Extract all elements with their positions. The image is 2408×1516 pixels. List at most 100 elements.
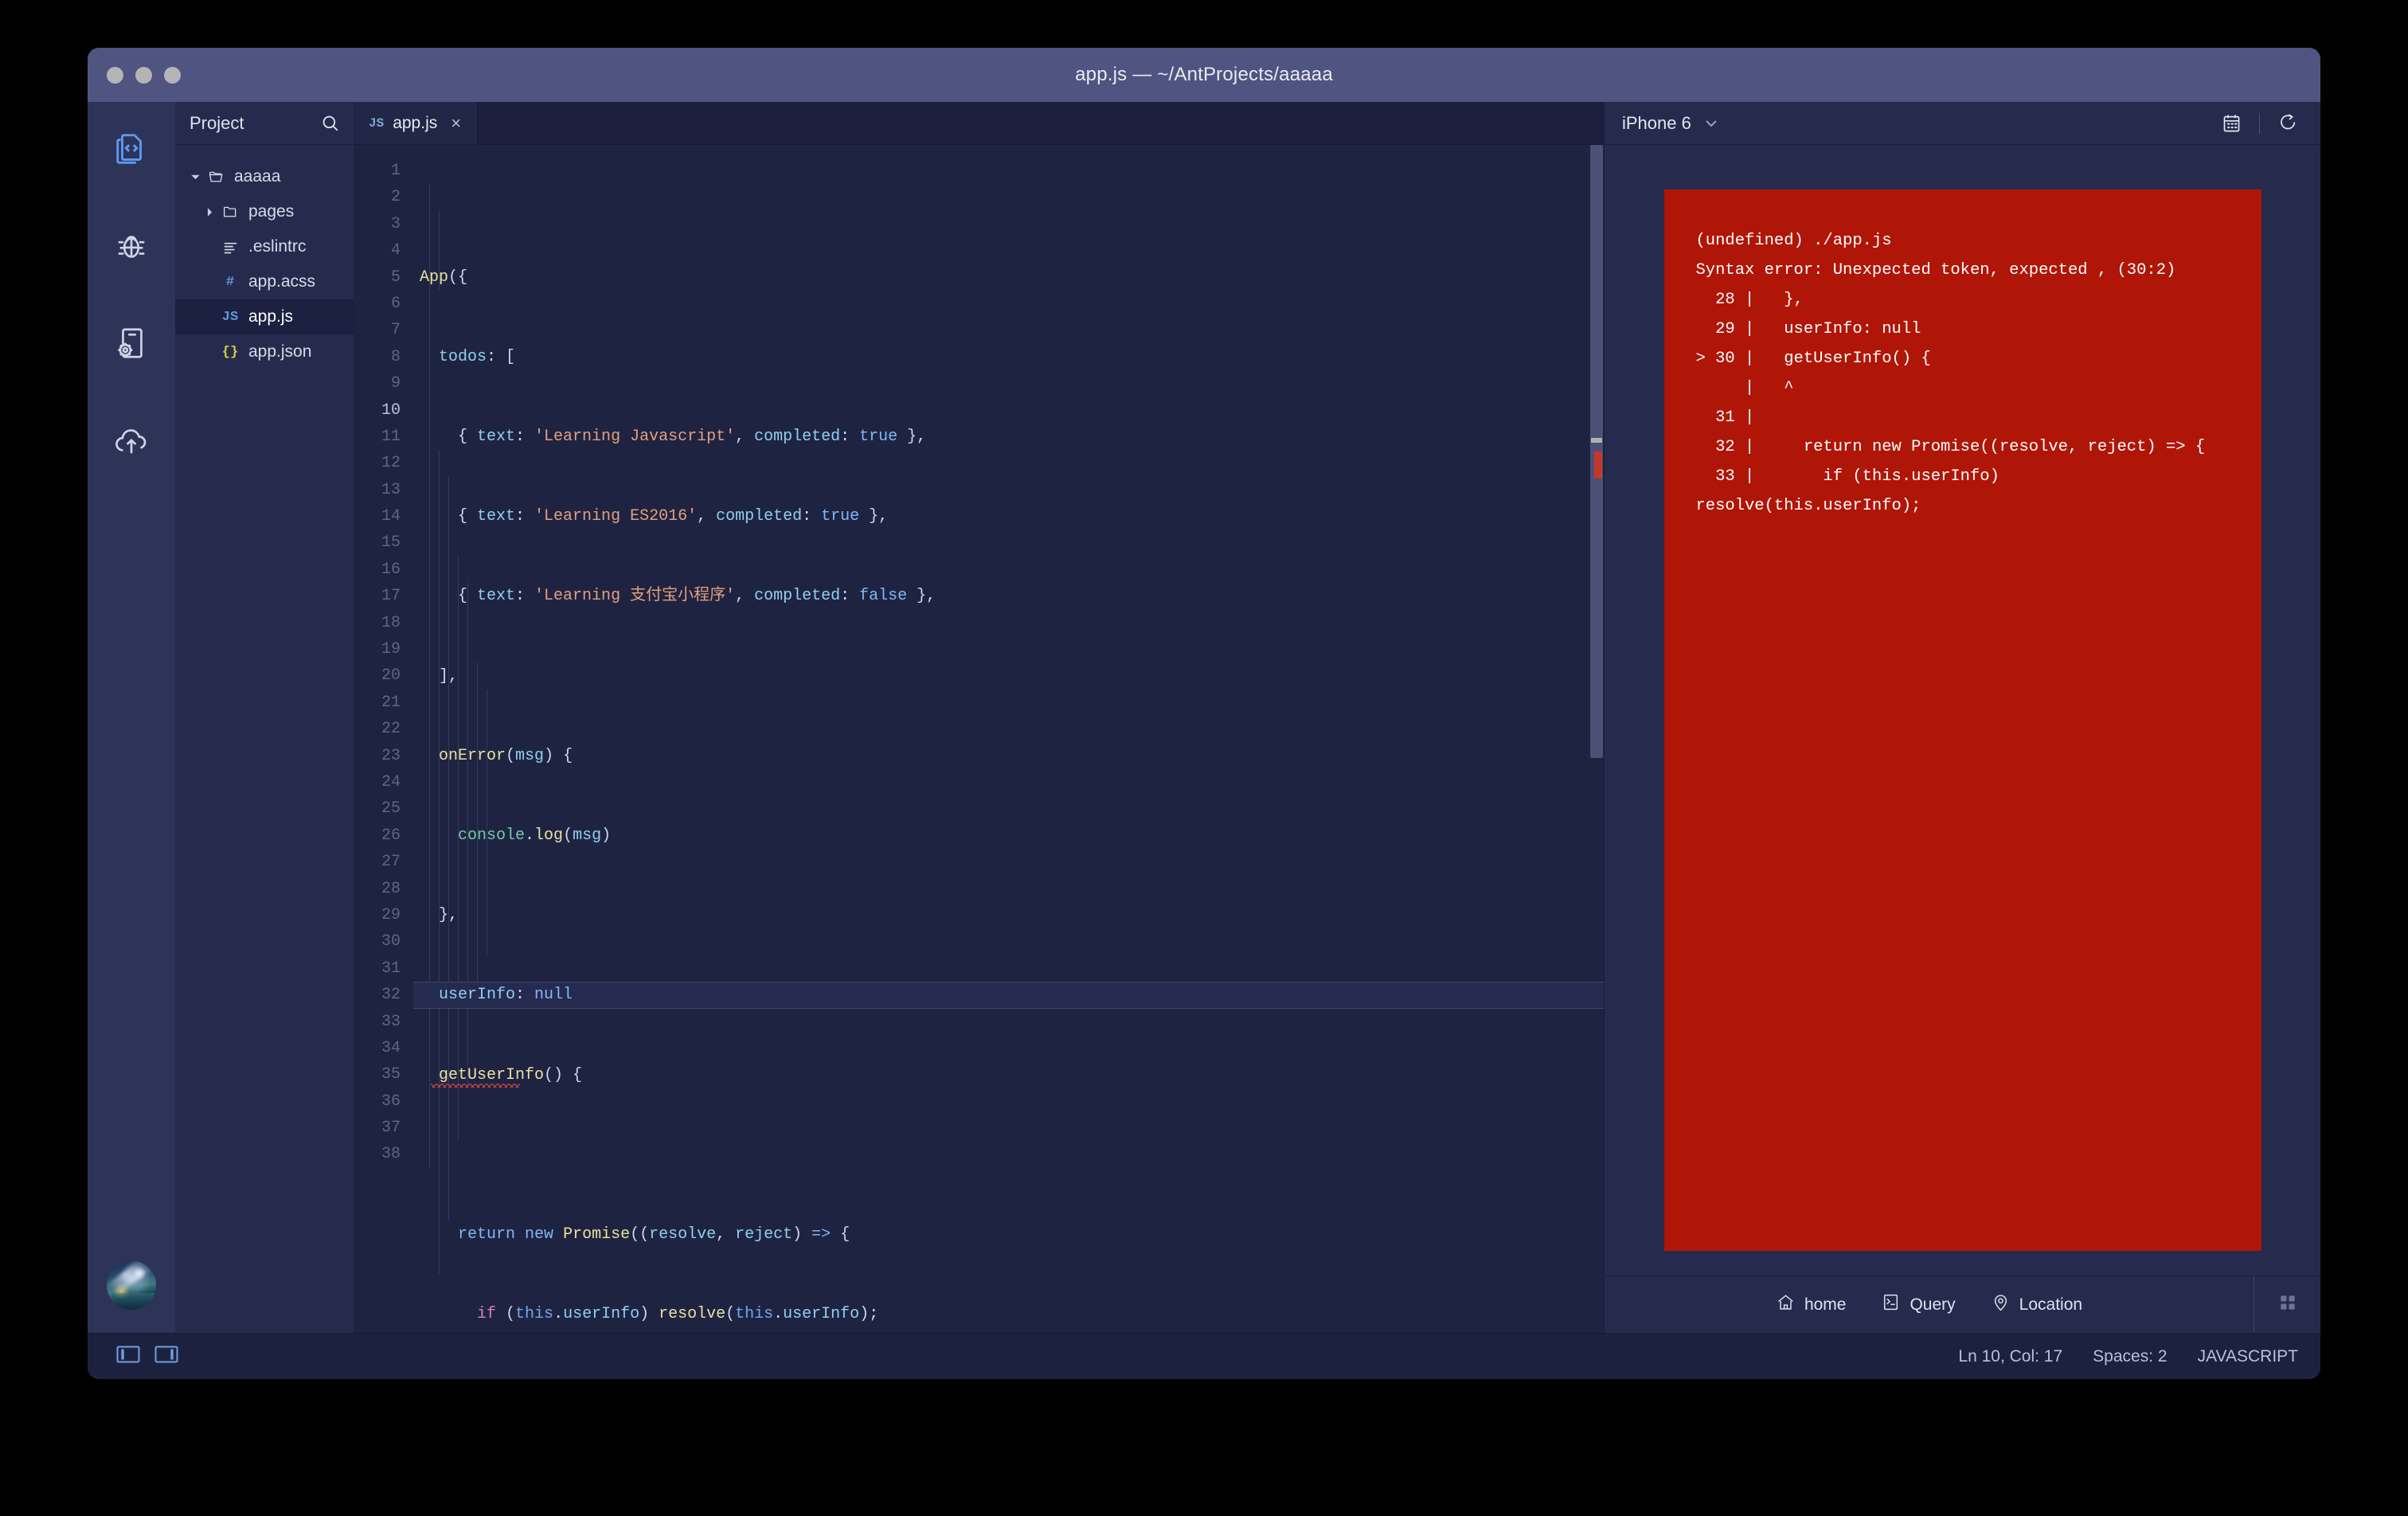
line-number: 17 xyxy=(381,587,401,606)
code-line: App({ xyxy=(420,268,468,287)
app-window: app.js — ~/AntProjects/aaaaa Project aaa… xyxy=(88,48,2320,1379)
minimize-button[interactable] xyxy=(135,66,152,84)
line-number: 25 xyxy=(381,799,401,819)
line-number: 4 xyxy=(390,241,401,260)
indentation-setting[interactable]: Spaces: 2 xyxy=(2093,1347,2167,1366)
line-number: 22 xyxy=(381,720,401,739)
toggle-right-panel-icon[interactable] xyxy=(154,1345,178,1368)
tree-item-pages[interactable]: pages xyxy=(175,194,354,229)
file-tree: aaaaa pages .eslintrc # app.acss JS app.… xyxy=(175,145,354,369)
tree-item-app-acss[interactable]: # app.acss xyxy=(175,264,354,299)
line-number: 24 xyxy=(381,772,401,791)
folder-icon xyxy=(218,204,242,221)
js-icon: JS xyxy=(221,309,239,325)
close-button[interactable] xyxy=(107,66,123,84)
code-area[interactable]: 1 2 3 4 5 6 7 8 9 10 11 12 13 14 15 16 17 18 19 20 21 22 23 24 2… xyxy=(354,145,1604,1333)
avatar-container[interactable] xyxy=(88,1237,175,1333)
tree-item-label: app.js xyxy=(248,307,294,326)
debug-icon xyxy=(113,228,150,268)
chevron-down-icon[interactable] xyxy=(186,172,204,182)
panel-toggle-group xyxy=(116,1345,178,1368)
tree-item-label: .eslintrc xyxy=(248,237,307,256)
line-number: 10 xyxy=(381,400,401,420)
device-settings-icon xyxy=(113,325,150,365)
line-number: 13 xyxy=(381,480,401,499)
grid-view-button[interactable] xyxy=(2254,1276,2320,1333)
line-number: 15 xyxy=(381,533,401,553)
calendar-icon[interactable] xyxy=(2214,107,2248,140)
close-icon[interactable]: × xyxy=(451,114,461,132)
line-number: 6 xyxy=(390,294,401,313)
line-number: 35 xyxy=(381,1065,401,1084)
line-number: 2 xyxy=(390,188,401,207)
tree-item-app-json[interactable]: {} app.json xyxy=(175,334,354,369)
line-number: 29 xyxy=(381,905,401,924)
footer-item-home[interactable]: home xyxy=(1776,1292,1847,1317)
rail-item-code[interactable] xyxy=(88,102,175,199)
scrollbar-error-marker xyxy=(1594,451,1602,479)
traffic-light-buttons xyxy=(107,66,181,84)
search-icon[interactable] xyxy=(320,113,341,134)
code-line: console.log(msg) xyxy=(458,826,612,846)
line-number: 7 xyxy=(390,321,401,340)
cursor-position[interactable]: Ln 10, Col: 17 xyxy=(1958,1347,2062,1366)
zoom-button[interactable] xyxy=(164,66,181,84)
rail-item-device-settings[interactable] xyxy=(88,296,175,393)
rail-item-debug[interactable] xyxy=(88,199,175,296)
line-number: 38 xyxy=(381,1145,401,1164)
toolbar-divider xyxy=(2259,112,2260,134)
simulator-stage: (undefined) ./app.js Syntax error: Unexp… xyxy=(1605,145,2320,1276)
code-line-current: userInfo: null xyxy=(413,982,1604,1009)
tree-item-label: app.json xyxy=(248,342,312,361)
rail-item-cloud-upload[interactable] xyxy=(88,393,175,490)
js-icon: JS xyxy=(369,115,385,131)
tree-item-app-js[interactable]: JS app.js xyxy=(175,299,354,334)
code-line: if (this.userInfo) resolve(this.userInfo… xyxy=(477,1305,879,1324)
chevron-right-icon[interactable] xyxy=(201,207,218,217)
activity-rail xyxy=(88,102,175,1333)
hash-icon: # xyxy=(225,274,235,290)
code-line: }, xyxy=(420,906,459,925)
chevron-down-icon[interactable] xyxy=(1704,116,1718,131)
line-number: 36 xyxy=(381,1092,401,1111)
code-line: { text: 'Learning Javascript', completed… xyxy=(420,428,927,447)
line-number: 32 xyxy=(381,986,401,1005)
tab-app-js[interactable]: JS app.js × xyxy=(354,102,479,144)
refresh-icon[interactable] xyxy=(2271,107,2304,140)
device-selector-label[interactable]: iPhone 6 xyxy=(1622,113,1691,134)
footer-item-location[interactable]: Location xyxy=(1991,1292,2082,1317)
code-content[interactable]: App({ todos: [ { text: 'Learning Javascr… xyxy=(413,145,1604,1333)
line-number: 1 xyxy=(390,162,401,180)
toggle-left-panel-icon[interactable] xyxy=(116,1345,140,1368)
line-number: 33 xyxy=(381,1012,401,1031)
tree-item-aaaaa[interactable]: aaaaa xyxy=(175,159,354,194)
window-body: Project aaaaa pages .eslintrc # app.acss… xyxy=(88,102,2320,1333)
avatar xyxy=(107,1260,156,1310)
error-squiggle xyxy=(431,1084,520,1088)
editor-scrollbar[interactable] xyxy=(1589,145,1604,1333)
line-number: 16 xyxy=(381,560,401,579)
line-number-gutter: 1 2 3 4 5 6 7 8 9 10 11 12 13 14 15 16 17 18 19 20 21 22 23 24 2… xyxy=(354,145,413,1333)
project-title: Project xyxy=(190,112,244,133)
tree-item-label: app.acss xyxy=(248,272,316,291)
footer-item-query[interactable]: Query xyxy=(1881,1292,1956,1317)
title-bar: app.js — ~/AntProjects/aaaaa xyxy=(88,48,2320,102)
tree-item-eslintrc[interactable]: .eslintrc xyxy=(175,229,354,264)
scrollbar-cursor-marker xyxy=(1591,438,1602,443)
line-number: 23 xyxy=(381,746,401,765)
line-number: 26 xyxy=(381,826,401,845)
line-number: 14 xyxy=(381,507,401,526)
language-mode[interactable]: JAVASCRIPT xyxy=(2198,1347,2298,1366)
footer-item-label: home xyxy=(1804,1295,1847,1314)
simulator-footer: home Query Location xyxy=(1605,1276,2320,1333)
line-number: 28 xyxy=(381,879,401,898)
cloud-upload-icon xyxy=(113,422,150,463)
line-number: 18 xyxy=(381,613,401,632)
code-line: { text: 'Learning 支付宝小程序', completed: fa… xyxy=(420,587,936,606)
line-number: 12 xyxy=(381,454,401,473)
footer-item-label: Query xyxy=(1910,1295,1956,1314)
project-panel-header: Project xyxy=(175,102,354,145)
code-line: onError(msg) { xyxy=(439,746,573,765)
tree-item-label: aaaaa xyxy=(234,167,281,186)
